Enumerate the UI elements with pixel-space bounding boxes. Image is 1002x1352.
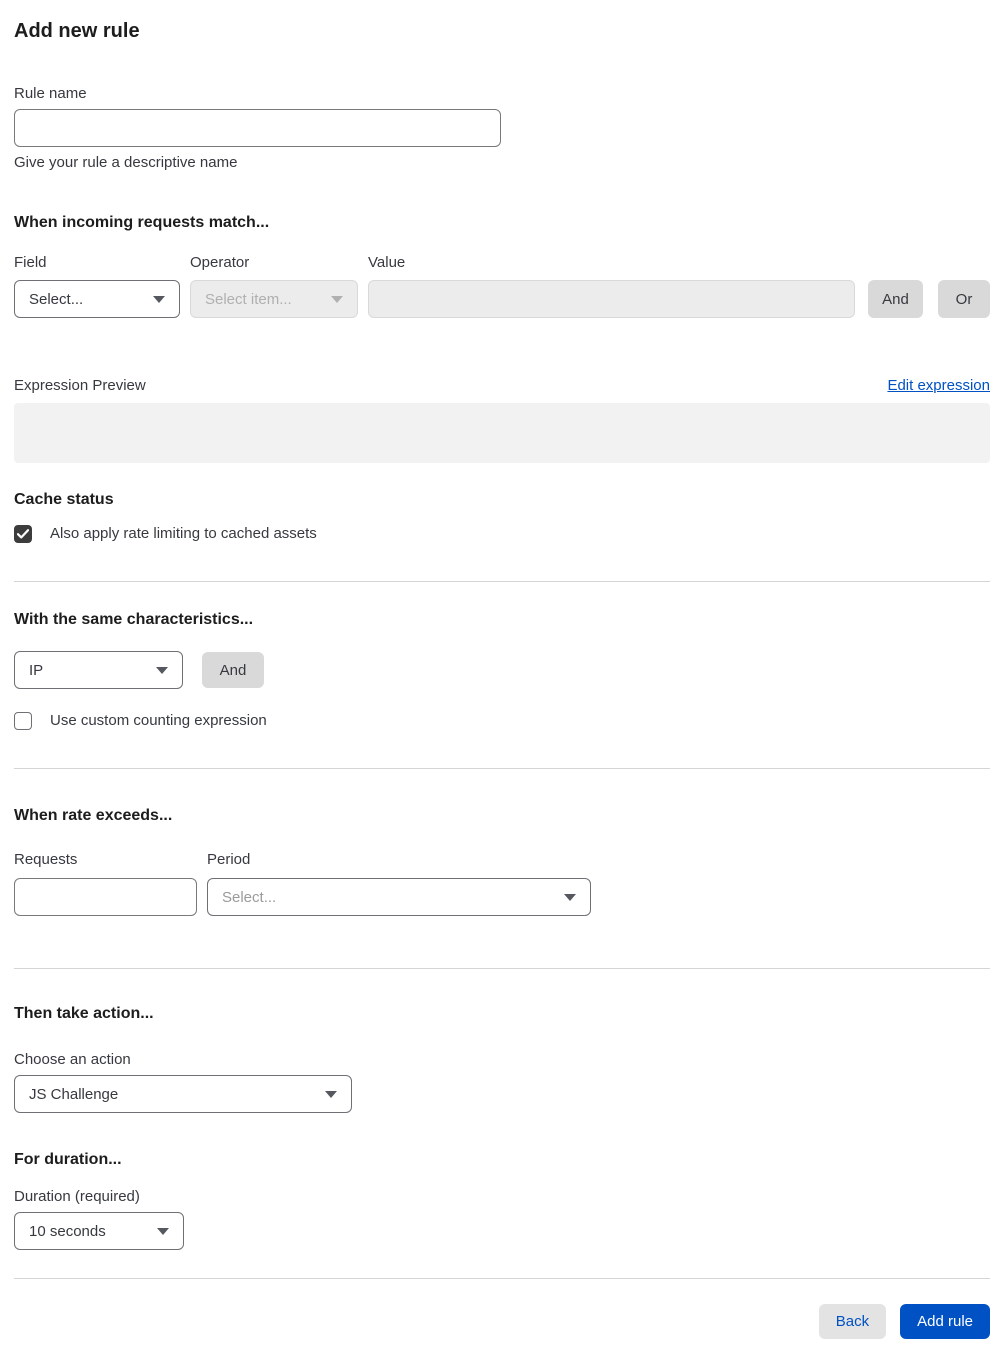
characteristics-and-button[interactable]: And [202, 652, 264, 688]
rate-section-heading: When rate exceeds... [14, 807, 173, 824]
chevron-down-icon [325, 1090, 337, 1098]
section-divider [14, 768, 990, 769]
expression-preview-box [14, 403, 990, 463]
section-divider [14, 581, 990, 582]
action-select-value: JS Challenge [29, 1085, 119, 1103]
rule-name-input[interactable] [14, 109, 501, 147]
characteristic-select-value: IP [29, 661, 44, 679]
operator-label: Operator [190, 254, 250, 271]
chevron-down-icon [331, 295, 343, 303]
field-select[interactable]: Select... [14, 280, 180, 318]
value-label: Value [368, 254, 406, 271]
add-rule-button[interactable]: Add rule [900, 1304, 990, 1339]
chevron-down-icon [156, 666, 168, 674]
or-button[interactable]: Or [938, 280, 990, 318]
field-select-value: Select... [29, 290, 84, 308]
requests-label: Requests [14, 851, 78, 868]
page-title: Add new rule [14, 20, 140, 42]
period-select-value: Select... [222, 888, 277, 906]
rule-name-helper: Give your rule a descriptive name [14, 154, 238, 171]
operator-select-value: Select item... [205, 290, 292, 308]
counting-checkbox-label: Use custom counting expression [50, 712, 267, 729]
operator-select: Select item... [190, 280, 358, 318]
chevron-down-icon [157, 1227, 169, 1235]
requests-input[interactable] [14, 878, 197, 916]
cache-section-heading: Cache status [14, 491, 114, 508]
action-select[interactable]: JS Challenge [14, 1075, 352, 1113]
value-input [368, 280, 855, 318]
cache-checkbox[interactable] [14, 525, 32, 543]
rule-name-label: Rule name [14, 85, 87, 102]
match-section-heading: When incoming requests match... [14, 214, 270, 231]
expression-preview-label: Expression Preview [14, 377, 146, 394]
choose-action-label: Choose an action [14, 1051, 131, 1068]
action-section-heading: Then take action... [14, 1005, 154, 1022]
checkmark-icon [17, 529, 29, 539]
period-select[interactable]: Select... [207, 878, 591, 916]
cache-checkbox-row: Also apply rate limiting to cached asset… [14, 524, 990, 544]
footer-divider [14, 1278, 990, 1279]
characteristics-section-heading: With the same characteristics... [14, 611, 254, 628]
edit-expression-link[interactable]: Edit expression [887, 376, 990, 396]
counting-checkbox-row: Use custom counting expression [14, 711, 990, 731]
section-divider [14, 968, 990, 969]
back-button[interactable]: Back [818, 1304, 887, 1339]
add-rule-form: Add new rule Rule name Give your rule a … [0, 0, 1002, 1352]
characteristic-select[interactable]: IP [14, 651, 183, 689]
cache-checkbox-label: Also apply rate limiting to cached asset… [50, 525, 317, 542]
period-label: Period [207, 851, 251, 868]
footer: Back Add rule [14, 1304, 990, 1339]
and-button[interactable]: And [868, 280, 923, 318]
chevron-down-icon [153, 295, 165, 303]
field-label: Field [14, 254, 47, 271]
duration-select-value: 10 seconds [29, 1222, 106, 1240]
duration-section-heading: For duration... [14, 1151, 122, 1168]
duration-label: Duration (required) [14, 1188, 140, 1205]
chevron-down-icon [564, 893, 576, 901]
counting-expression-checkbox[interactable] [14, 712, 32, 730]
duration-select[interactable]: 10 seconds [14, 1212, 184, 1250]
